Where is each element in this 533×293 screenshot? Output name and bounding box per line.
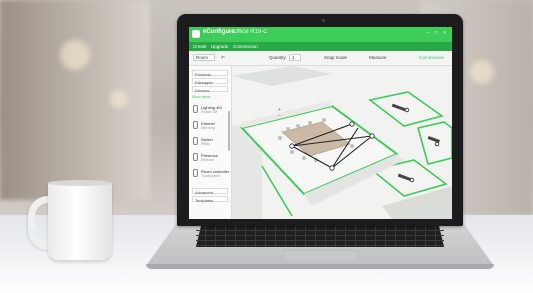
floorplan-canvas[interactable]: + − [232, 66, 452, 219]
snap-label[interactable]: Snap mode [324, 55, 347, 60]
menu-bar: Create Upgrade Commission [189, 42, 452, 51]
photo-scene: eConfigure Office R19-C – □ × Create Upg… [0, 0, 533, 293]
quantity-input[interactable] [289, 54, 301, 61]
menu-item-upgrade[interactable]: Upgrade [211, 44, 228, 49]
undo-icon[interactable]: ↶ [221, 55, 225, 61]
quantity-label: Quantity [269, 55, 286, 60]
item-subtitle: Dimming [201, 126, 215, 130]
app-name: eConfigure [203, 29, 235, 35]
coffee-mug [48, 182, 112, 260]
bokeh-light [60, 40, 90, 70]
webcam-icon [322, 19, 325, 22]
sidebar-item-dimmer[interactable]: Dimmer Dimming [192, 119, 228, 133]
laptop-screen: eConfigure Office R19-C – □ × Create Upg… [189, 27, 452, 219]
zoom-controls: + − [278, 107, 284, 119]
filter-products[interactable]: Products [192, 70, 228, 77]
room-label: Room [196, 55, 209, 60]
sidebar-item-room-controller[interactable]: Room controller Touch panel [192, 167, 229, 181]
item-subtitle: Switch 4M [201, 110, 218, 114]
zoom-out-button[interactable]: − [278, 113, 284, 119]
laptop-base-front [146, 264, 494, 269]
menu-item-commission[interactable]: Commission [233, 44, 258, 49]
filter-devices[interactable]: Devices [192, 86, 228, 93]
filter-packages-label: Packages [195, 79, 213, 85]
window-controls[interactable]: – □ × [427, 30, 449, 36]
mug-rim [48, 180, 112, 186]
item-subtitle: Touch panel [201, 174, 220, 178]
device-icon [193, 121, 198, 129]
menu-item-create[interactable]: Create [193, 44, 207, 49]
device-icon [193, 169, 198, 177]
item-subtitle: Detector [201, 158, 215, 162]
sidebar-item-lighting[interactable]: Lighting 4M Switch 4M [192, 103, 228, 117]
filter-products-label: Products [195, 71, 211, 77]
bokeh-light [110, 90, 128, 108]
app-titlebar: eConfigure Office R19-C – □ × [189, 27, 452, 42]
product-sidebar: Products Packages Devices Show Items Lig… [189, 66, 232, 219]
measure-label[interactable]: Measure [369, 55, 387, 60]
laptop-trackpad [283, 250, 359, 262]
filter-packages[interactable]: Packages [192, 78, 228, 85]
templates-label: Templates [195, 197, 214, 203]
office-room[interactable] [417, 121, 452, 165]
advanced-label: Advanced [195, 189, 213, 195]
device-icon [193, 105, 198, 113]
commission-button[interactable]: Commission [419, 55, 444, 60]
sidebar-scrollbar[interactable] [228, 111, 230, 151]
show-items-link[interactable]: Show Items [192, 95, 210, 99]
sidebar-item-switch[interactable]: Switch Relay [192, 135, 228, 149]
sidebar-item-presence[interactable]: Presence Detector [192, 151, 228, 165]
document-title: Office R19-C [233, 29, 268, 35]
econfigure-logo-icon [192, 30, 200, 38]
advanced-field[interactable]: Advanced [192, 188, 228, 195]
keyboard-rows [196, 226, 444, 247]
bokeh-light [470, 60, 494, 84]
toolbar: Room ↶ Quantity 1 Snap mode Measure Comm… [189, 51, 452, 66]
item-subtitle: Relay [201, 142, 210, 146]
filter-devices-label: Devices [195, 87, 210, 93]
device-icon [193, 137, 198, 145]
floorplan-drawing [232, 66, 452, 219]
device-icon [193, 153, 198, 161]
quantity-value: 1 [292, 55, 295, 60]
building-block [232, 66, 332, 86]
templates-field[interactable]: Templates [192, 196, 228, 203]
